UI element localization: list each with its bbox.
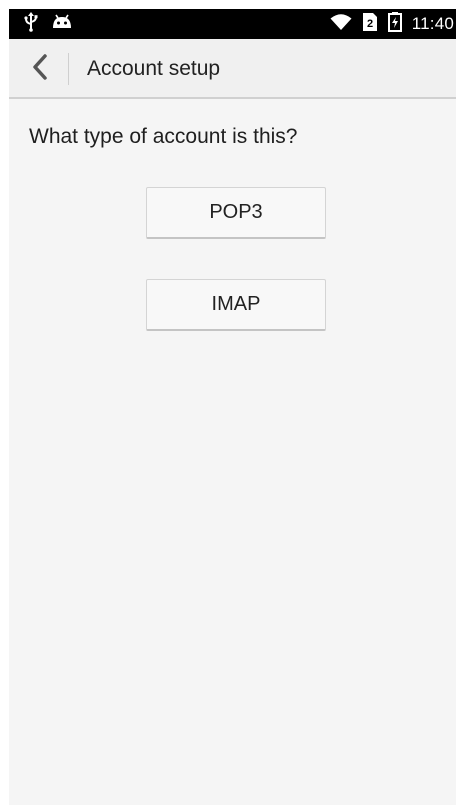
pop3-button[interactable]: POP3 [146, 187, 326, 239]
account-type-question: What type of account is this? [29, 125, 298, 148]
android-debug-icon [51, 14, 73, 35]
page-title: Account setup [87, 57, 221, 80]
sim-card-icon: 2 [362, 12, 378, 37]
chevron-left-icon [31, 53, 49, 86]
status-bar-right: 2 11:40 [330, 11, 454, 37]
svg-text:2: 2 [367, 18, 373, 30]
screen: 2 11:40 Account setup What type of accou… [9, 9, 456, 805]
status-bar-left [23, 11, 73, 37]
back-button[interactable] [23, 51, 57, 87]
imap-button[interactable]: IMAP [146, 279, 326, 331]
wifi-icon [330, 13, 352, 36]
usb-icon [23, 11, 39, 37]
status-bar-time: 11:40 [411, 14, 454, 33]
battery-icon [387, 11, 402, 37]
app-bar-divider [68, 53, 69, 85]
app-bar: Account setup [9, 39, 456, 99]
status-bar: 2 11:40 [9, 9, 456, 39]
